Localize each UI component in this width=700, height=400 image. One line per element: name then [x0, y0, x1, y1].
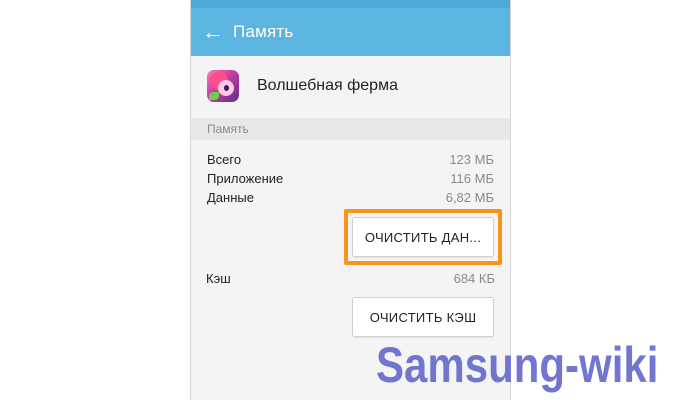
- clear-cache-button[interactable]: ОЧИСТИТЬ КЭШ: [352, 297, 494, 337]
- watermark-text: Samsung-wiki: [376, 337, 659, 393]
- memory-row-data: Данные 6,82 МБ: [191, 188, 510, 207]
- memory-row-label: Всего: [207, 152, 242, 167]
- memory-row-app: Приложение 116 МБ: [191, 169, 510, 188]
- app-bar: ← Память: [191, 8, 510, 56]
- status-bar: [191, 0, 510, 8]
- app-icon-eye: [224, 85, 229, 91]
- memory-row-total: Всего 123 МБ: [191, 150, 510, 169]
- cache-row: Кэш 684 КБ: [190, 269, 511, 288]
- memory-row-label: Приложение: [207, 171, 284, 186]
- memory-section-header: Память: [191, 118, 510, 140]
- app-name: Волшебная ферма: [257, 77, 398, 94]
- app-icon: [207, 70, 239, 102]
- app-icon-leaf: [209, 92, 219, 100]
- arrow-left-icon: ←: [202, 19, 224, 44]
- memory-row-label: Данные: [207, 190, 254, 205]
- clear-data-button[interactable]: ОЧИСТИТЬ ДАН...: [352, 217, 494, 257]
- memory-row-value: 6,82 МБ: [445, 190, 494, 205]
- cache-label: Кэш: [206, 271, 231, 286]
- memory-row-value: 123 МБ: [449, 152, 494, 167]
- cache-value: 684 КБ: [453, 271, 495, 286]
- app-info-row: Волшебная ферма: [191, 56, 510, 116]
- page-title: Память: [233, 22, 294, 41]
- memory-row-value: 116 МБ: [450, 171, 494, 186]
- memory-usage-list: Всего 123 МБ Приложение 116 МБ Данные 6,…: [191, 150, 510, 207]
- back-button[interactable]: ←: [191, 8, 235, 56]
